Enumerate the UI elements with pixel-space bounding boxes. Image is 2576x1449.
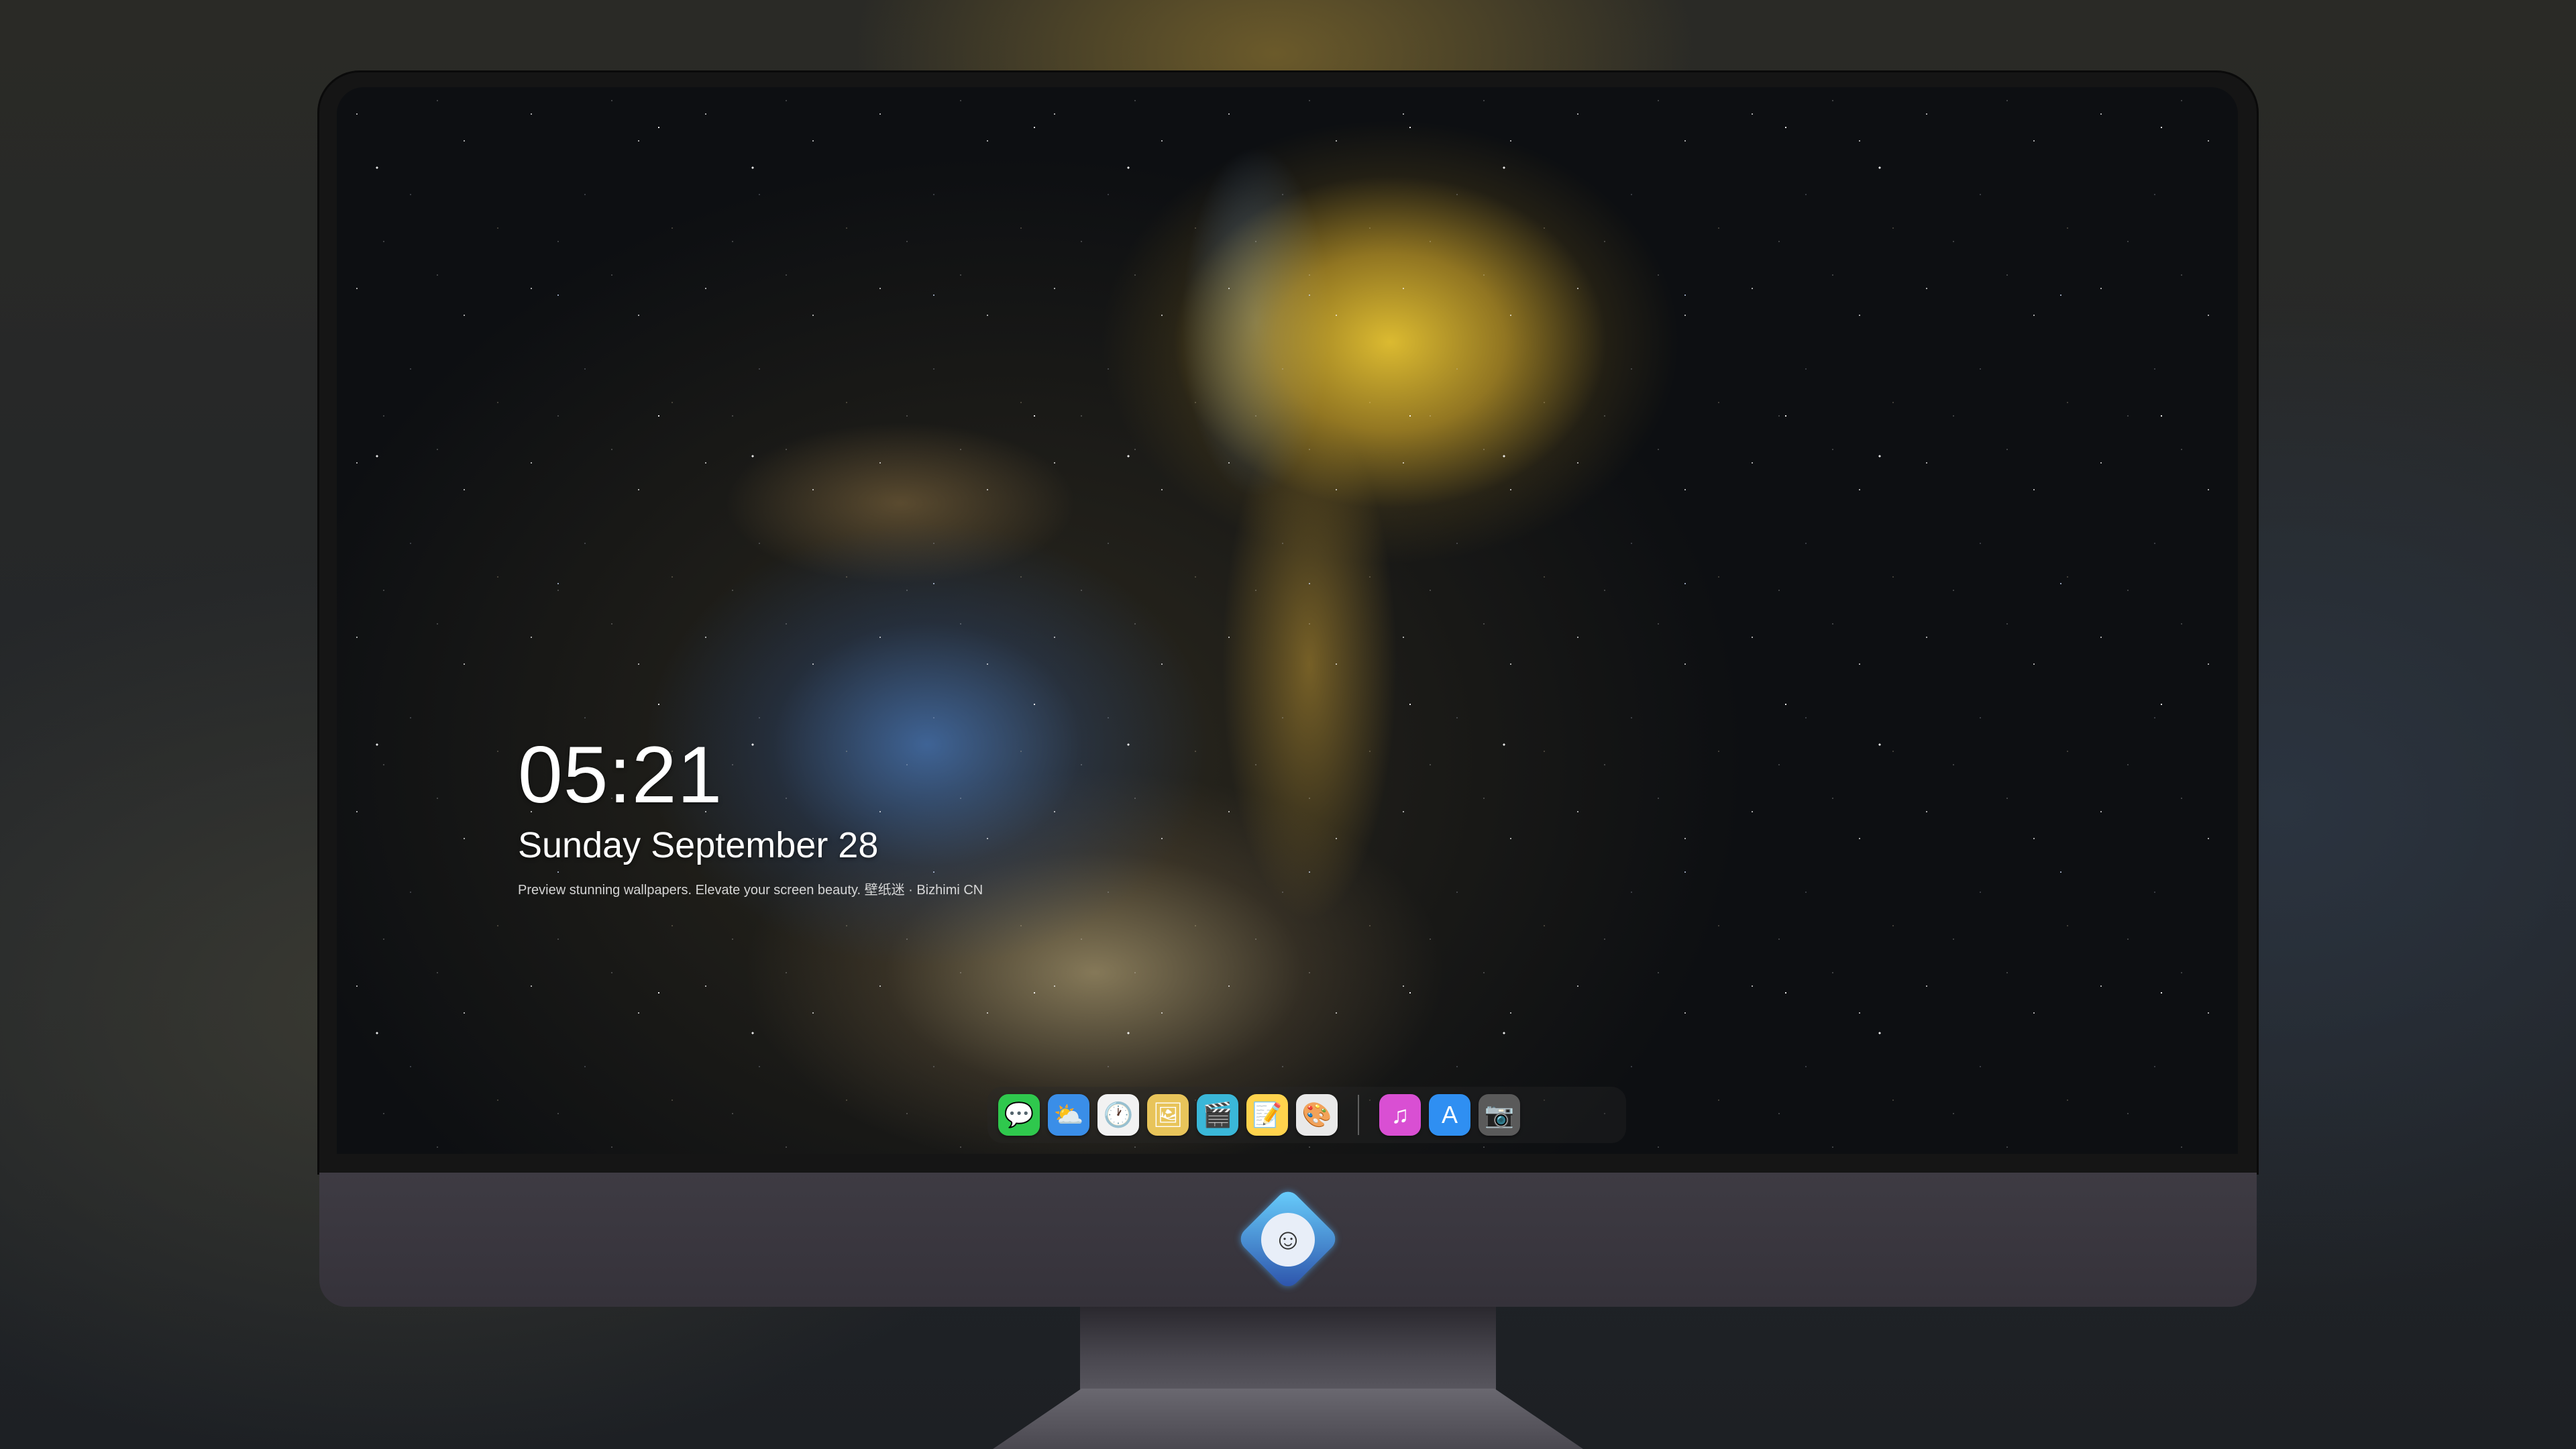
notes-icon[interactable]: 📝 (1246, 1094, 1288, 1136)
photos-icon[interactable]: 🎨 (1296, 1094, 1338, 1136)
clock-date: Sunday September 28 (518, 825, 879, 865)
clips-icon[interactable]: 🎬 (1197, 1094, 1238, 1136)
camera-icon[interactable]: 📷 (1479, 1094, 1520, 1136)
clock-icon[interactable]: 🕐 (1097, 1094, 1139, 1136)
mascot-icon: ☺ (1261, 1213, 1315, 1267)
imac-stand-base (993, 1389, 1583, 1449)
preview-icon[interactable]: 🖼 (1147, 1094, 1189, 1136)
app-store-icon[interactable]: A (1429, 1094, 1470, 1136)
messages-icon[interactable]: 💬 (998, 1094, 1040, 1136)
clock-time: 05:21 (518, 730, 723, 820)
wallpaper-tagline: Preview stunning wallpapers. Elevate you… (518, 883, 983, 898)
music-icon[interactable]: ♫ (1379, 1094, 1421, 1136)
desktop-wallpaper: 05:21 Sunday September 28 Preview stunni… (337, 87, 2238, 1154)
star-field-bright (337, 87, 2238, 1154)
weather-icon[interactable]: ⛅ (1048, 1094, 1089, 1136)
lock-screen-info: 05:21 Sunday September 28 Preview stunni… (518, 731, 983, 899)
imac-stand (1080, 1307, 1496, 1394)
dock-separator (1358, 1095, 1359, 1135)
dock: 💬 ⛅ 🕐 🖼 🎬 📝 🎨 ♫ A 📷 (987, 1087, 1626, 1143)
